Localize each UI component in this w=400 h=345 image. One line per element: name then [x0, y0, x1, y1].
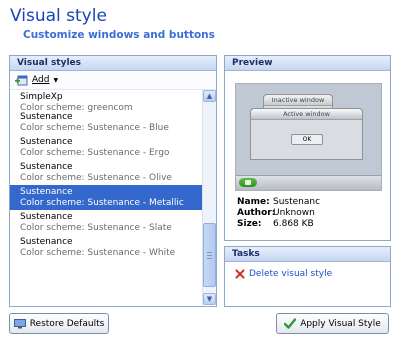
- name-label: Name:: [237, 197, 270, 207]
- delete-visual-style-link[interactable]: Delete visual style: [235, 269, 332, 279]
- list-item[interactable]: SimpleXp Color scheme: greencom: [10, 90, 202, 113]
- style-scheme: Color scheme: Sustenance - Slate: [20, 223, 172, 233]
- styles-list[interactable]: SimpleXp Color scheme: greencom Sustenan…: [10, 90, 202, 305]
- list-item[interactable]: Sustenance Color scheme: Sustenance - Ol…: [10, 160, 202, 185]
- scroll-up-button[interactable]: ▲: [203, 90, 216, 102]
- style-scheme: Color scheme: Sustenance - Olive: [20, 173, 172, 183]
- apply-visual-style-button[interactable]: Apply Visual Style: [276, 313, 389, 334]
- name-value: Sustenanc: [273, 197, 321, 207]
- add-style-icon: [15, 75, 28, 86]
- tasks-header: Tasks: [225, 247, 390, 262]
- preview-header: Preview: [225, 56, 390, 71]
- style-name: Sustenance: [20, 162, 73, 172]
- active-window-mock: Active window OK: [250, 108, 363, 160]
- style-scheme: Color scheme: Sustenance - Metallic: [20, 198, 184, 208]
- page-title: Visual style: [10, 6, 107, 26]
- delete-label: Delete visual style: [249, 269, 333, 279]
- styles-toolbar: Add ▼: [10, 71, 216, 90]
- checkmark-icon: [283, 318, 297, 329]
- delete-icon: [235, 269, 245, 279]
- restore-defaults-button[interactable]: Restore Defaults: [9, 313, 109, 334]
- style-info: Name: Sustenanc Author: Unknown Size: 6.868…: [237, 197, 320, 230]
- dropdown-caret-icon: ▼: [53, 76, 59, 84]
- apply-label: Apply Visual Style: [300, 318, 381, 329]
- grip-line: [207, 252, 212, 253]
- preview-image: Inactive window Active window OK: [235, 83, 382, 191]
- list-item[interactable]: Sustenance Color scheme: Sustenance - Sl…: [10, 210, 202, 235]
- style-scheme: Color scheme: Sustenance - White: [20, 248, 176, 258]
- style-scheme: Color scheme: Sustenance - Blue: [20, 123, 169, 133]
- list-item[interactable]: Sustenance Color scheme: Sustenance - Er…: [10, 135, 202, 160]
- author-label: Author:: [237, 208, 276, 218]
- mock-taskbar: [236, 175, 381, 190]
- restore-label: Restore Defaults: [29, 318, 105, 329]
- scroll-down-button[interactable]: ▼: [203, 293, 216, 305]
- size-label: Size:: [237, 219, 262, 229]
- active-window-title: Active window: [251, 109, 362, 120]
- preview-panel: Preview Inactive window Active window OK…: [224, 55, 391, 241]
- page-subtitle: Customize windows and buttons: [23, 29, 215, 41]
- grip-line: [207, 255, 212, 256]
- scrollbar-thumb[interactable]: [203, 223, 216, 287]
- add-label: Add: [32, 75, 50, 85]
- style-name: Sustenance: [20, 237, 73, 247]
- style-scheme: Color scheme: Sustenance - Ergo: [20, 148, 170, 158]
- author-value: Unknown: [273, 208, 315, 218]
- inactive-window-title: Inactive window: [264, 95, 332, 106]
- grip-line: [207, 258, 212, 259]
- mock-ok-button: OK: [291, 134, 323, 145]
- visual-styles-panel: Visual styles Add ▼ SimpleXp Color schem…: [9, 55, 217, 307]
- style-name: Sustenance: [20, 187, 73, 197]
- style-name: Sustenance: [20, 137, 73, 147]
- monitor-icon: [13, 318, 26, 329]
- mock-start-icon: [239, 178, 257, 187]
- list-item[interactable]: Sustenance Color scheme: Sustenance - Wh…: [10, 235, 202, 260]
- tasks-panel: Tasks Delete visual style: [224, 246, 391, 307]
- add-button[interactable]: Add ▼: [15, 75, 58, 86]
- list-item-selected[interactable]: Sustenance Color scheme: Sustenance - Me…: [10, 185, 202, 210]
- size-value: 6.868 KB: [273, 219, 314, 229]
- style-name: Sustenance: [20, 212, 73, 222]
- visual-styles-header: Visual styles: [10, 56, 216, 71]
- style-name: SimpleXp: [20, 92, 63, 102]
- styles-scrollbar[interactable]: ▲ ▼: [202, 90, 216, 305]
